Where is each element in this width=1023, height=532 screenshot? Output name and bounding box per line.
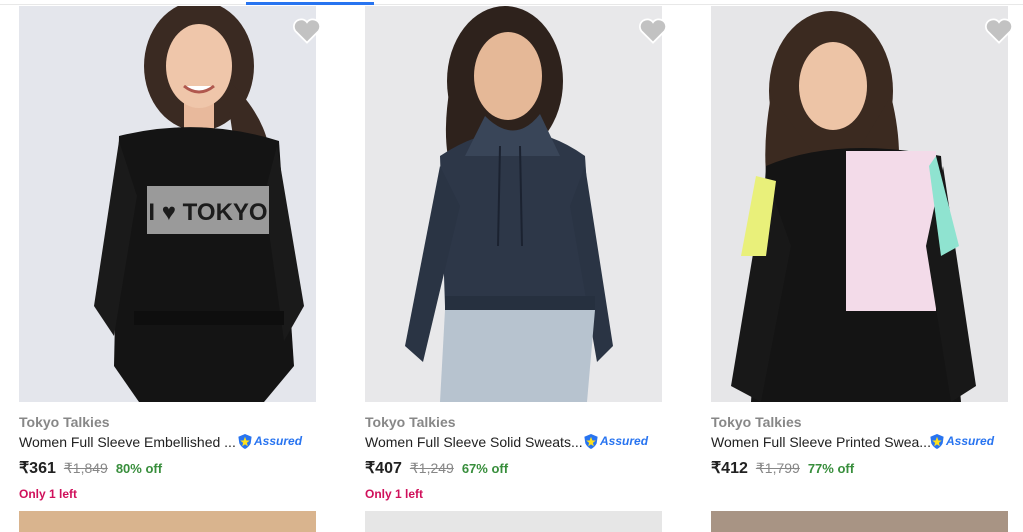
product-image-next-row[interactable] (19, 511, 316, 532)
discount-label: 80% off (115, 461, 163, 476)
selling-price: ₹407 (365, 460, 402, 477)
product-card[interactable]: Tokyo Talkies Women Full Sleeve Printed … (711, 6, 1013, 506)
product-image-next-row[interactable] (711, 511, 1008, 532)
product-title[interactable]: Women Full Sleeve Solid Sweats... (365, 434, 583, 450)
shield-icon (930, 433, 944, 449)
assured-label: Assured (254, 434, 303, 448)
product-grid: I ♥ TOKYO Tokyo Talkies Women Full Sleev… (0, 0, 1023, 532)
product-image[interactable] (711, 6, 1008, 402)
product-title[interactable]: Women Full Sleeve Embellished ... (19, 434, 236, 450)
price-row: ₹361 ₹1,849 80% off (19, 458, 162, 478)
product-image[interactable] (365, 6, 662, 402)
discount-label: 77% off (807, 461, 855, 476)
price-row: ₹412 ₹1,799 77% off (711, 458, 854, 478)
product-brand: Tokyo Talkies (19, 414, 110, 430)
product-brand: Tokyo Talkies (365, 414, 456, 430)
discount-label: 67% off (461, 461, 509, 476)
shield-icon (238, 433, 252, 449)
assured-badge: Assured (929, 432, 994, 450)
selling-price: ₹361 (19, 460, 56, 477)
graphic-print-text: I ♥ TOKYO (148, 199, 267, 226)
product-title[interactable]: Women Full Sleeve Printed Swea... (711, 434, 931, 450)
original-price: ₹1,249 (409, 460, 454, 476)
product-image-next-row[interactable] (365, 511, 662, 532)
assured-badge: Assured (237, 432, 302, 450)
original-price: ₹1,849 (63, 460, 108, 476)
original-price: ₹1,799 (755, 460, 800, 476)
stock-status: Only 1 left (365, 487, 424, 501)
assured-label: Assured (600, 434, 649, 448)
product-brand: Tokyo Talkies (711, 414, 802, 430)
selling-price: ₹412 (711, 460, 748, 477)
assured-badge: Assured (583, 432, 648, 450)
product-card[interactable]: I ♥ TOKYO Tokyo Talkies Women Full Sleev… (19, 6, 321, 506)
heart-icon[interactable] (639, 18, 667, 44)
heart-icon[interactable] (293, 18, 321, 44)
price-row: ₹407 ₹1,249 67% off (365, 458, 508, 478)
assured-label: Assured (946, 434, 995, 448)
stock-status: Only 1 left (19, 487, 78, 501)
product-image[interactable]: I ♥ TOKYO (19, 6, 316, 402)
shield-icon (584, 433, 598, 449)
product-card[interactable]: Tokyo Talkies Women Full Sleeve Solid Sw… (365, 6, 667, 506)
heart-icon[interactable] (985, 18, 1013, 44)
